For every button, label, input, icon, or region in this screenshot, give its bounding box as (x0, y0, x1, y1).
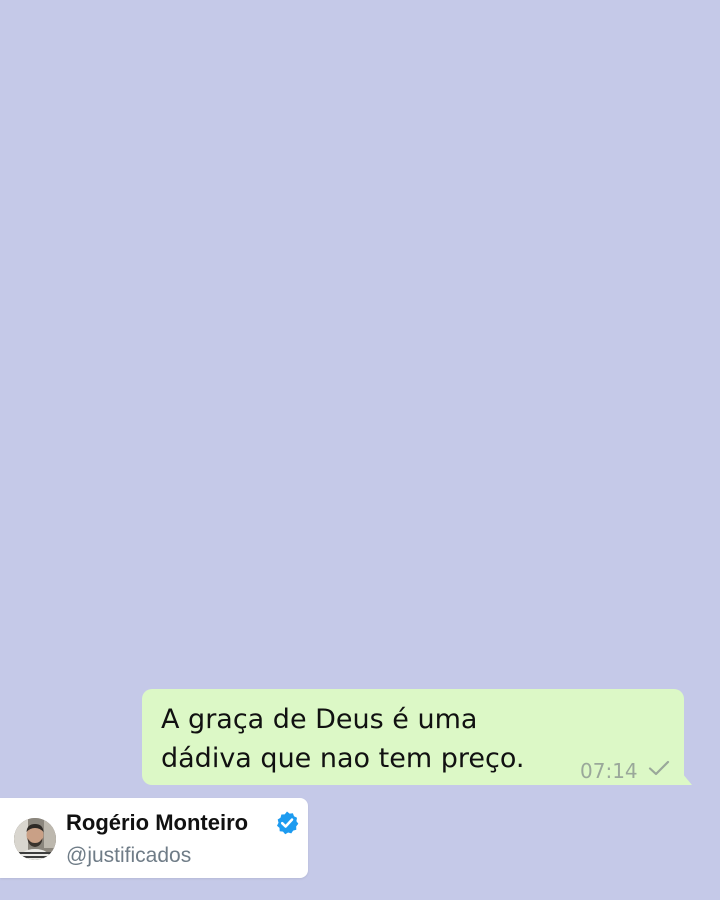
verified-badge-icon (277, 811, 299, 835)
profile-card[interactable]: Rogério Monteiro @justificados (0, 798, 308, 878)
avatar-photo (14, 818, 56, 860)
display-name[interactable]: Rogério Monteiro (66, 810, 248, 836)
message-timestamp: 07:14 (580, 759, 638, 783)
chat-background: A graça de Deus é uma dádiva que nao tem… (0, 0, 720, 900)
user-handle: @justificados (66, 844, 192, 867)
avatar[interactable] (14, 818, 56, 860)
message-line: A graça de Deus é uma (161, 704, 478, 735)
single-check-icon (648, 760, 670, 776)
message-line: dádiva que nao tem preço. (161, 743, 525, 774)
message-text: A graça de Deus é uma dádiva que nao tem… (161, 700, 561, 778)
bubble-tail (682, 773, 692, 785)
message-bubble[interactable]: A graça de Deus é uma dádiva que nao tem… (142, 689, 692, 785)
